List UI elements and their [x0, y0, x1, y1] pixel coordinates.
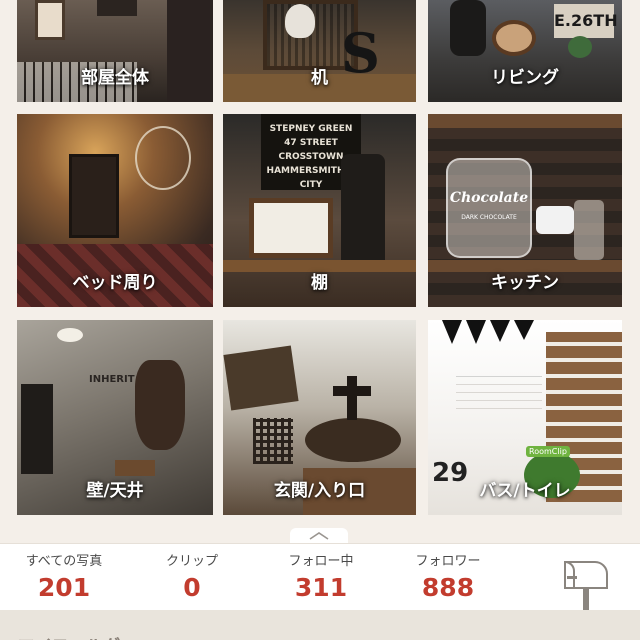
category-tile-room[interactable]: 部屋全体 [17, 0, 213, 102]
stat-label: フォロワー [415, 554, 481, 569]
stat-value: 201 [37, 573, 91, 602]
stat-label: すべての写真 [25, 554, 103, 569]
stat-value: 888 [421, 573, 475, 602]
folder-section-header: マイフォルダー [0, 610, 640, 640]
category-grid: 部屋全体 S 机 E.26TH リビング ベッド周り STEPNEY GREEN… [0, 0, 640, 528]
category-tile-bath[interactable]: 29 RoomClip バス/トイレ [428, 320, 622, 515]
stat-clips[interactable]: クリップ 0 [142, 550, 242, 602]
stat-following[interactable]: フォロー中 311 [268, 550, 374, 602]
stats-bar: すべての写真 201 クリップ 0 フォロー中 311 フォロワー 888 [0, 543, 640, 610]
chevron-up-icon [309, 532, 329, 540]
category-tile-kitchen[interactable]: Chocolate DARK CHOCOLATE キッチン [428, 114, 622, 307]
mailbox-icon[interactable] [559, 554, 611, 610]
category-tile-wall[interactable]: INHERIT 壁/天井 [17, 320, 213, 515]
stat-label: クリップ [165, 554, 218, 569]
category-label: キッチン [491, 273, 559, 293]
category-label: リビング [491, 68, 559, 88]
category-label: 机 [311, 68, 328, 88]
category-label: 壁/天井 [86, 481, 144, 501]
category-label: バス/トイレ [479, 481, 571, 501]
category-label: 部屋全体 [81, 68, 149, 88]
stat-all-photos[interactable]: すべての写真 201 [14, 550, 114, 602]
category-tile-entrance[interactable]: 玄関/入り口 [223, 320, 416, 515]
stat-value: 0 [183, 573, 201, 602]
stat-label: フォロー中 [288, 554, 354, 569]
category-label: ベッド周り [72, 273, 158, 293]
stat-followers[interactable]: フォロワー 888 [398, 550, 498, 602]
category-tile-living[interactable]: E.26TH リビング [428, 0, 622, 102]
stat-value: 311 [294, 573, 348, 602]
category-tile-bed[interactable]: ベッド周り [17, 114, 213, 307]
category-tile-desk[interactable]: S 机 [223, 0, 416, 102]
category-label: 棚 [311, 273, 328, 293]
stats-pull-tab[interactable] [290, 528, 348, 544]
folder-section-title: マイフォルダー [18, 632, 137, 640]
category-label: 玄関/入り口 [273, 481, 366, 501]
category-tile-shelf[interactable]: STEPNEY GREEN 47 STREET CROSSTOWN HAMMER… [223, 114, 416, 307]
